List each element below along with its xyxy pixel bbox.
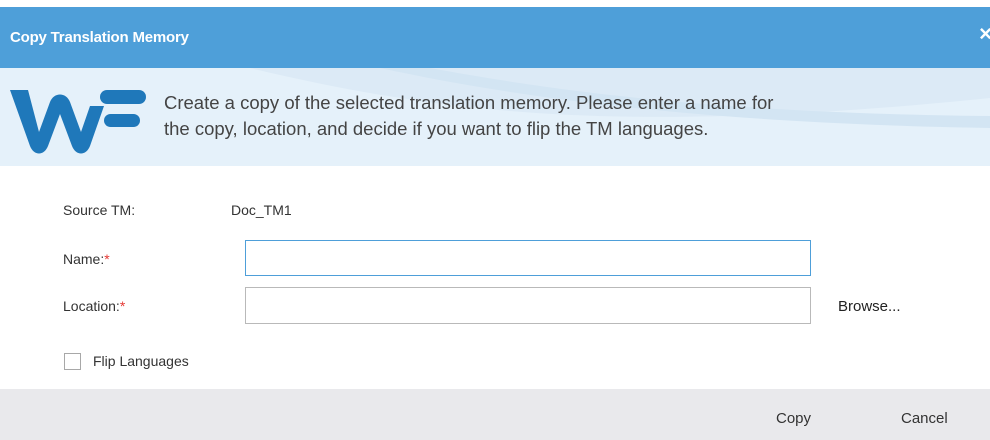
- location-input[interactable]: [245, 287, 811, 324]
- required-marker: *: [104, 251, 110, 267]
- source-tm-label: Source TM:: [63, 202, 136, 218]
- browse-button[interactable]: Browse...: [838, 298, 901, 315]
- name-input[interactable]: [245, 240, 811, 276]
- close-icon[interactable]: ×: [979, 23, 990, 45]
- flip-languages-checkbox[interactable]: [64, 353, 81, 370]
- source-tm-value: Doc_TM1: [231, 202, 292, 218]
- dialog-banner: Create a copy of the selected translatio…: [0, 68, 990, 166]
- dialog-titlebar: Copy Translation Memory ×: [0, 7, 990, 68]
- dialog-description: Create a copy of the selected translatio…: [164, 92, 774, 139]
- cancel-button[interactable]: Cancel: [901, 410, 948, 427]
- location-label: Location:*: [63, 298, 125, 314]
- dialog-footer: Copy Cancel: [0, 389, 990, 440]
- wordfast-logo: [10, 90, 146, 154]
- flip-languages-label[interactable]: Flip Languages: [93, 353, 189, 369]
- location-label-text: Location:: [63, 298, 120, 314]
- copy-tm-dialog: Copy Translation Memory × Create a copy …: [0, 0, 990, 440]
- copy-button[interactable]: Copy: [776, 410, 811, 427]
- required-marker: *: [119, 298, 126, 314]
- name-label: Name:*: [63, 251, 110, 267]
- dialog-title: Copy Translation Memory: [10, 29, 189, 46]
- name-label-text: Name:: [63, 251, 105, 267]
